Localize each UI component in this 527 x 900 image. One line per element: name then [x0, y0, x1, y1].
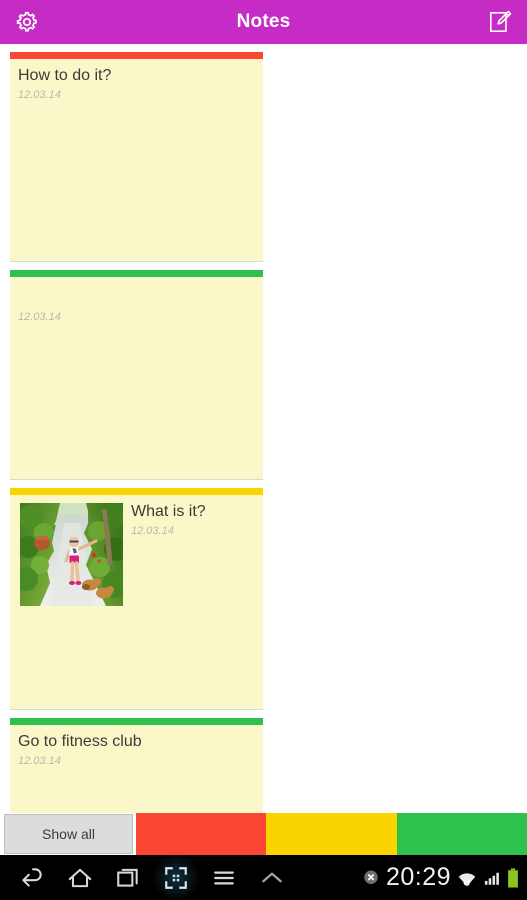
screenshot-icon	[165, 866, 187, 889]
collapse-button[interactable]	[248, 855, 296, 900]
screenshot-button[interactable]	[152, 855, 200, 900]
note-color-accent	[10, 270, 263, 277]
note-date: 12.03.14	[18, 755, 61, 767]
collapse-icon	[262, 872, 282, 882]
note-date: 12.03.14	[18, 311, 61, 323]
note-body: How to do it? 12.03.14	[10, 59, 263, 102]
new-note-button[interactable]	[483, 5, 517, 39]
note-title: What is it?	[131, 503, 206, 520]
note-color-accent	[10, 488, 263, 495]
note-text: Go to fitness club 12.03.14	[18, 731, 255, 768]
battery-icon	[508, 867, 518, 888]
home-button[interactable]	[56, 855, 104, 900]
note-color-accent	[10, 52, 263, 59]
note-title: Go to fitness club	[18, 733, 142, 750]
note-body: What is it? 12.03.14	[10, 495, 263, 606]
note-color-accent	[10, 718, 263, 725]
recents-button[interactable]	[104, 855, 152, 900]
menu-icon	[214, 870, 234, 885]
clock: 20:29	[385, 863, 451, 891]
note-text: What is it? 12.03.14	[131, 501, 255, 606]
status-area: 20:29	[362, 865, 527, 890]
note-photo-image	[20, 503, 123, 606]
signal-bars-icon	[484, 872, 499, 885]
note-date: 12.03.14	[131, 525, 174, 537]
back-button[interactable]	[8, 855, 56, 900]
note-text: 12.03.14	[18, 283, 255, 324]
filter-red-button[interactable]	[136, 813, 267, 855]
back-icon	[22, 867, 42, 887]
note-card[interactable]: What is it? 12.03.14	[10, 488, 263, 710]
note-title: How to do it?	[18, 67, 112, 84]
notes-app-screen: Notes How to do it? 12.03.14 12.03.14 Wh…	[0, 0, 527, 900]
note-thumbnail[interactable]	[20, 503, 123, 606]
note-date: 12.03.14	[18, 89, 61, 101]
nav-buttons-group	[0, 855, 296, 900]
note-body: Go to fitness club 12.03.14	[10, 725, 263, 768]
recents-icon	[117, 868, 138, 887]
note-body: 12.03.14	[10, 277, 263, 324]
compose-note-icon	[489, 10, 512, 33]
color-filter-bar: Show all	[0, 813, 527, 855]
page-title: Notes	[236, 11, 291, 32]
gear-icon	[16, 11, 37, 32]
notes-grid: How to do it? 12.03.14 12.03.14 What is …	[0, 44, 527, 900]
settings-button[interactable]	[10, 5, 44, 39]
android-navigation-bar: 20:29	[0, 855, 527, 900]
note-text: How to do it? 12.03.14	[18, 65, 255, 102]
notification-dismiss-icon[interactable]	[362, 869, 380, 887]
wifi-icon	[458, 872, 476, 886]
filter-green-button[interactable]	[396, 813, 527, 855]
home-icon	[68, 868, 92, 887]
filter-yellow-button[interactable]	[266, 813, 397, 855]
note-card[interactable]: How to do it? 12.03.14	[10, 52, 263, 262]
show-all-button[interactable]: Show all	[4, 814, 133, 854]
menu-button[interactable]	[200, 855, 248, 900]
note-card[interactable]: 12.03.14	[10, 270, 263, 480]
app-header: Notes	[0, 0, 527, 44]
